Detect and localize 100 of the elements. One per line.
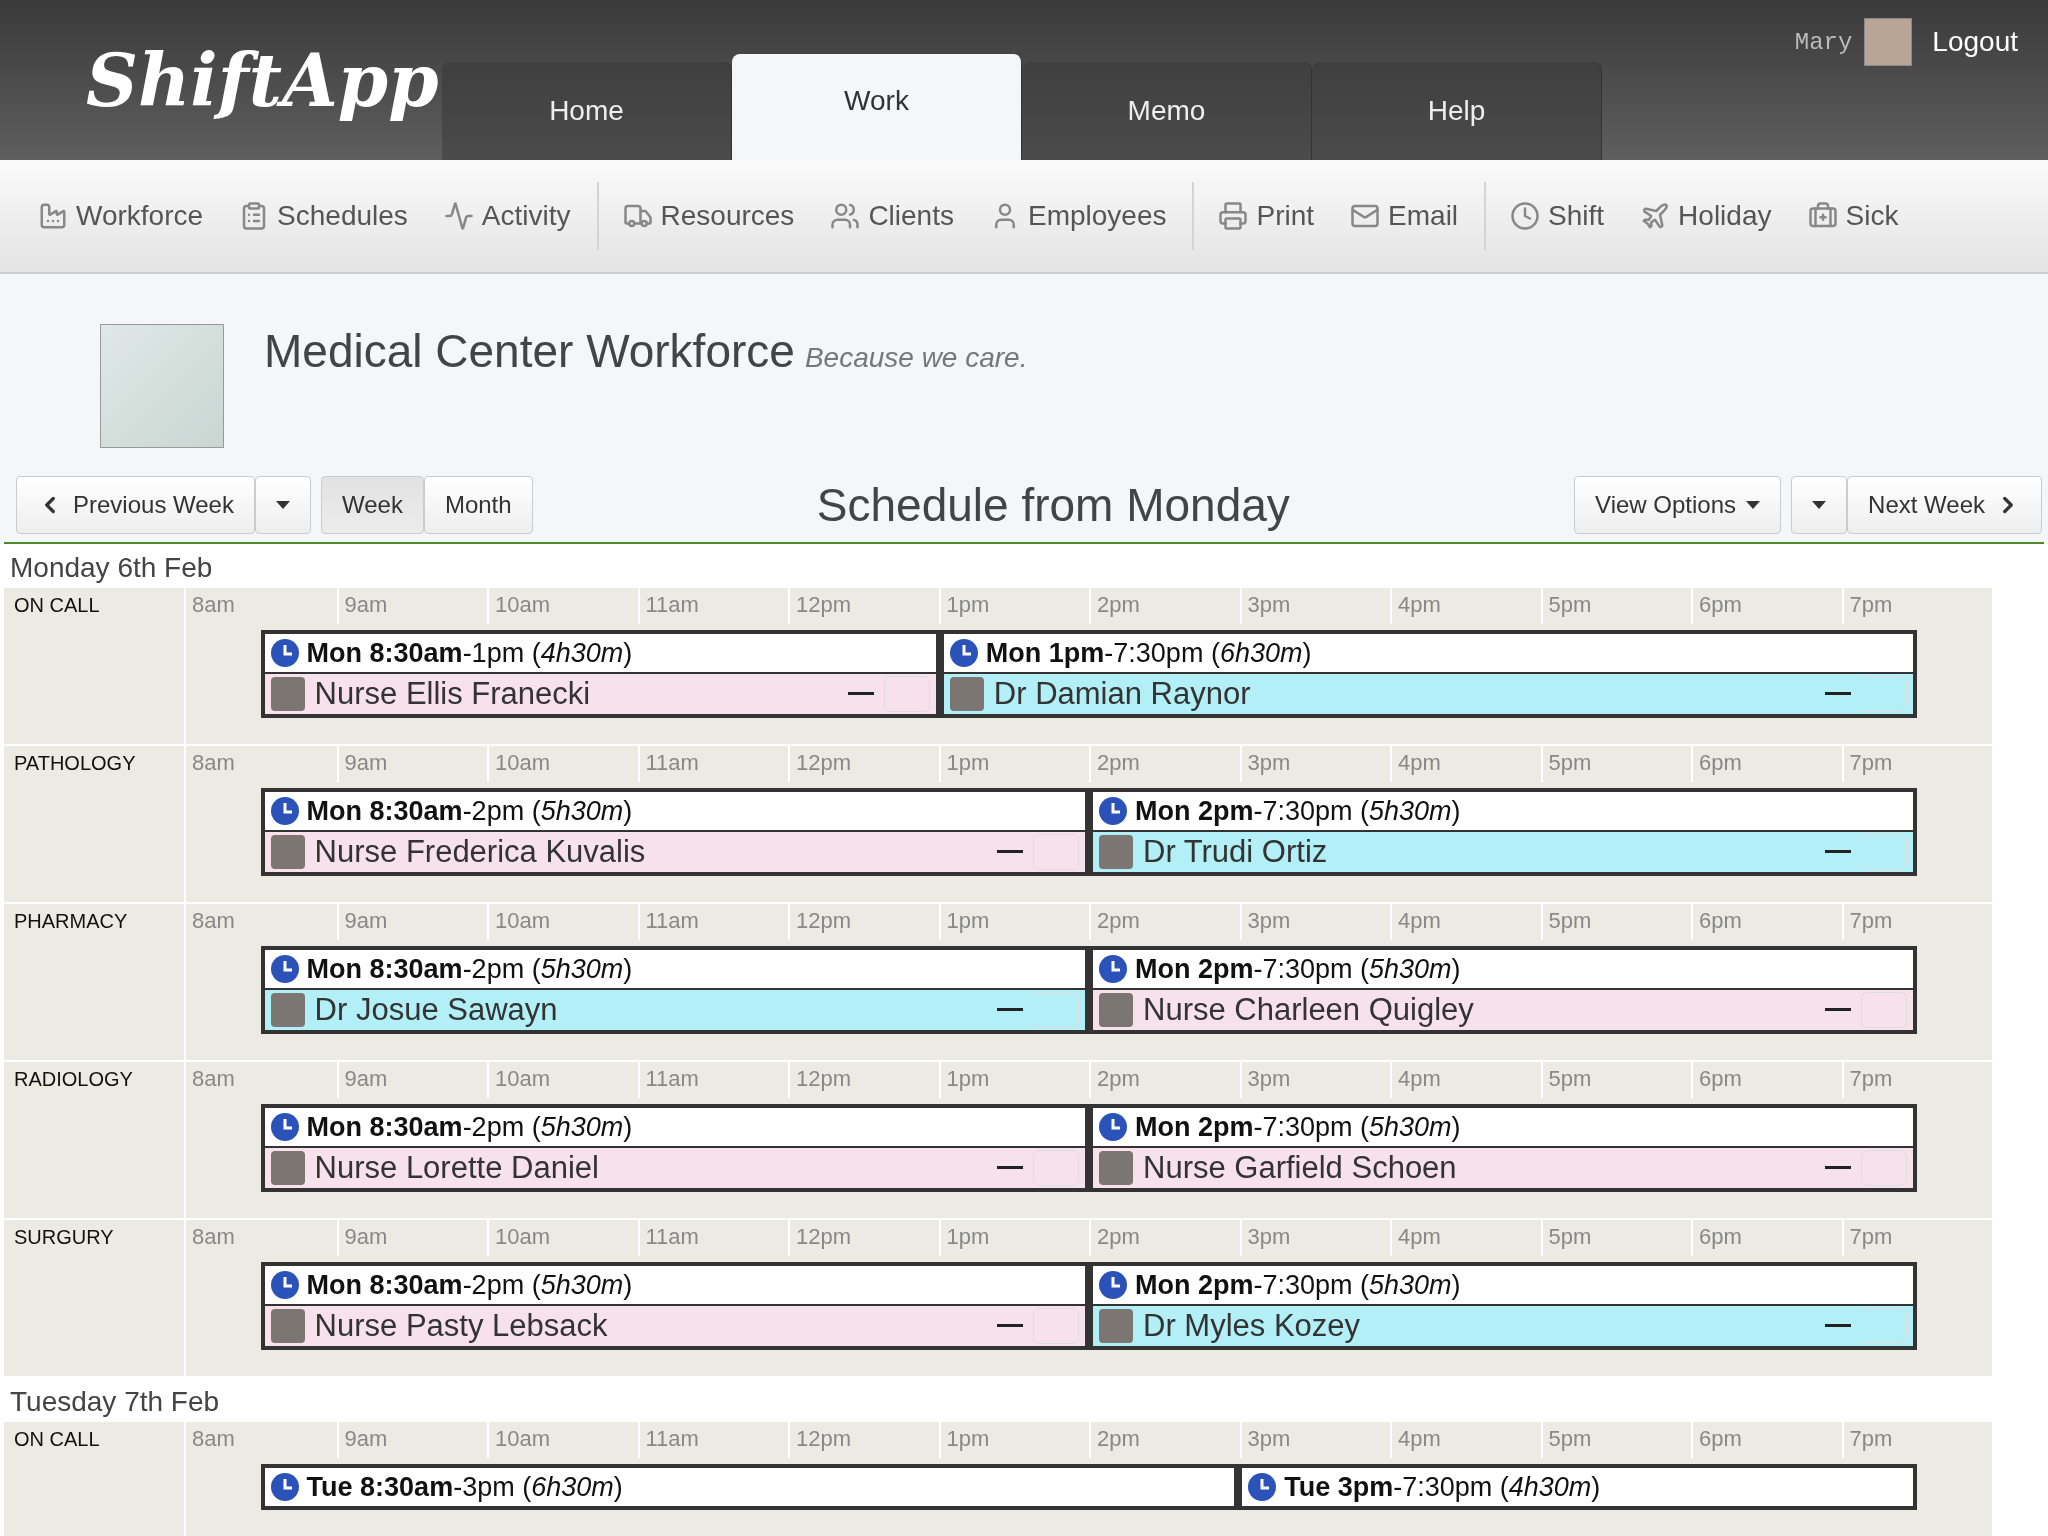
- select-checkbox[interactable]: [1033, 834, 1079, 870]
- minus-icon[interactable]: [1825, 1008, 1852, 1012]
- hour-label: 5pm: [1540, 588, 1691, 624]
- avatar-placeholder: [270, 1151, 305, 1185]
- select-checkbox[interactable]: [1033, 992, 1079, 1028]
- minus-icon[interactable]: [997, 850, 1023, 854]
- minus-icon[interactable]: [997, 1166, 1023, 1170]
- view-toggle[interactable]: Week: [320, 476, 424, 534]
- hour-label: 7pm: [1841, 1220, 1992, 1256]
- shift-card[interactable]: Mon 2pm-7:30pm (5h30m) Nurse Garfield Schoen: [1089, 1104, 1918, 1192]
- toolbar-item[interactable]: Shift: [1510, 200, 1605, 232]
- toolbar-item[interactable]: Print: [1218, 200, 1315, 232]
- shift-time: Mon 2pm-7:30pm (5h30m): [1135, 1269, 1461, 1301]
- hour-label: 6pm: [1691, 1220, 1842, 1256]
- hour-label: 4pm: [1390, 1062, 1541, 1098]
- hour-label: 1pm: [938, 746, 1089, 782]
- dropdown-button[interactable]: [254, 476, 311, 534]
- hour-label: 3pm: [1239, 1220, 1390, 1256]
- select-checkbox[interactable]: [1033, 1308, 1079, 1344]
- users-icon: [830, 201, 861, 231]
- shift-card[interactable]: Tue 8:30am-3pm (6h30m): [260, 1464, 1239, 1510]
- select-checkbox[interactable]: [1033, 1150, 1079, 1186]
- toolbar-item[interactable]: Email: [1350, 200, 1459, 232]
- hour-label: 5pm: [1540, 1062, 1691, 1098]
- shift-time: Mon 8:30am-2pm (5h30m): [306, 1269, 633, 1301]
- next-week-button[interactable]: Next Week: [1847, 476, 2042, 534]
- nav-tab[interactable]: Help: [1312, 62, 1602, 160]
- shift-card[interactable]: Mon 8:30am-2pm (5h30m) Nurse Frederica Kuvalis: [260, 788, 1089, 876]
- shift-card[interactable]: Mon 2pm-7:30pm (5h30m) Nurse Charleen Quigley: [1089, 946, 1918, 1034]
- avatar-placeholder: [949, 677, 984, 711]
- hour-label: 1pm: [938, 1062, 1089, 1098]
- minus-icon[interactable]: [1825, 1324, 1852, 1328]
- printer-icon: [1218, 201, 1249, 231]
- minus-icon[interactable]: [997, 1324, 1023, 1328]
- hour-label: 5pm: [1540, 746, 1691, 782]
- hour-label: 10am: [487, 1220, 638, 1256]
- page-tagline: Because we care.: [804, 342, 1028, 374]
- select-checkbox[interactable]: [1861, 992, 1908, 1028]
- view-toggle[interactable]: Month: [423, 476, 533, 534]
- minus-icon[interactable]: [1825, 1166, 1852, 1170]
- shift-card[interactable]: Mon 2pm-7:30pm (5h30m) Dr Myles Kozey: [1089, 1262, 1918, 1350]
- department-label: PHARMACY: [4, 904, 186, 1060]
- user-name: Mary: [1794, 28, 1853, 56]
- hour-label: 12pm: [788, 1220, 939, 1256]
- view-options-button[interactable]: View Options: [1574, 476, 1782, 534]
- shift-time: Mon 1pm-7:30pm (6h30m): [985, 637, 1312, 669]
- toolbar-item[interactable]: Resources: [622, 200, 795, 232]
- hour-label: 9am: [336, 746, 487, 782]
- hour-label: 11am: [637, 1422, 788, 1458]
- toolbar-item[interactable]: Workforce: [38, 200, 204, 232]
- user-avatar: [1864, 18, 1913, 66]
- shift-card[interactable]: Mon 8:30am-2pm (5h30m) Nurse Lorette Daniel: [260, 1104, 1089, 1192]
- factory-icon: [38, 201, 68, 231]
- minus-icon[interactable]: [1825, 850, 1852, 854]
- hour-label: 1pm: [938, 904, 1089, 940]
- toolbar-item[interactable]: Employees: [989, 200, 1167, 232]
- minus-icon[interactable]: [997, 1008, 1023, 1012]
- shift-card[interactable]: Tue 3pm-7:30pm (4h30m): [1238, 1464, 1918, 1510]
- select-checkbox[interactable]: [883, 676, 930, 712]
- shift-card[interactable]: Mon 8:30am-1pm (4h30m) Nurse Ellis Franecki: [260, 630, 940, 718]
- hour-label: 1pm: [938, 1220, 1089, 1256]
- select-checkbox[interactable]: [1861, 1308, 1908, 1344]
- toolbar-item[interactable]: Clients: [830, 200, 954, 232]
- hour-label: 4pm: [1390, 904, 1541, 940]
- staff-name: Nurse Ellis Franecki: [314, 676, 592, 712]
- shift-time: Mon 8:30am-2pm (5h30m): [306, 795, 633, 827]
- toolbar-item[interactable]: Holiday: [1640, 200, 1772, 232]
- minus-icon[interactable]: [847, 692, 874, 696]
- staff-name: Nurse Garfield Schoen: [1143, 1150, 1458, 1186]
- dropdown-button[interactable]: [1791, 476, 1848, 534]
- staff-name: Nurse Lorette Daniel: [314, 1150, 600, 1186]
- shift-card[interactable]: Mon 8:30am-2pm (5h30m) Nurse Pasty Lebsack: [260, 1262, 1089, 1350]
- toolbar-item[interactable]: Schedules: [239, 200, 408, 232]
- previous-week-button[interactable]: Previous Week: [16, 476, 255, 534]
- minus-icon[interactable]: [1825, 692, 1852, 696]
- logout-link[interactable]: Logout: [1932, 26, 2018, 58]
- toolbar-item[interactable]: Activity: [443, 200, 571, 232]
- select-checkbox[interactable]: [1861, 676, 1908, 712]
- shift-card[interactable]: Mon 8:30am-2pm (5h30m) Dr Josue Sawayn: [260, 946, 1089, 1034]
- select-checkbox[interactable]: [1861, 1150, 1908, 1186]
- hour-label: 2pm: [1089, 1220, 1240, 1256]
- caret-icon: [1746, 501, 1761, 509]
- department-label: PATHOLOGY: [4, 746, 186, 902]
- hour-label: 7pm: [1841, 1422, 1992, 1458]
- nav-tab[interactable]: Work: [732, 54, 1022, 160]
- nav-tab[interactable]: Memo: [1022, 62, 1312, 160]
- hour-label: 10am: [487, 904, 638, 940]
- shift-card[interactable]: Mon 1pm-7:30pm (6h30m) Dr Damian Raynor: [939, 630, 1918, 718]
- nav-tab[interactable]: Home: [442, 62, 732, 160]
- hour-label: 4pm: [1390, 1422, 1541, 1458]
- department-label: ON CALL: [4, 1422, 186, 1536]
- avatar-placeholder: [1099, 1309, 1133, 1343]
- hour-label: 11am: [637, 746, 788, 782]
- hour-label: 6pm: [1691, 1422, 1842, 1458]
- toolbar-item[interactable]: Sick: [1807, 200, 1899, 232]
- shift-card[interactable]: Mon 2pm-7:30pm (5h30m) Dr Trudi Ortiz: [1089, 788, 1918, 876]
- hour-label: 5pm: [1540, 904, 1691, 940]
- clock-icon: [1248, 1473, 1277, 1501]
- clock-icon: [270, 797, 299, 825]
- select-checkbox[interactable]: [1861, 834, 1908, 870]
